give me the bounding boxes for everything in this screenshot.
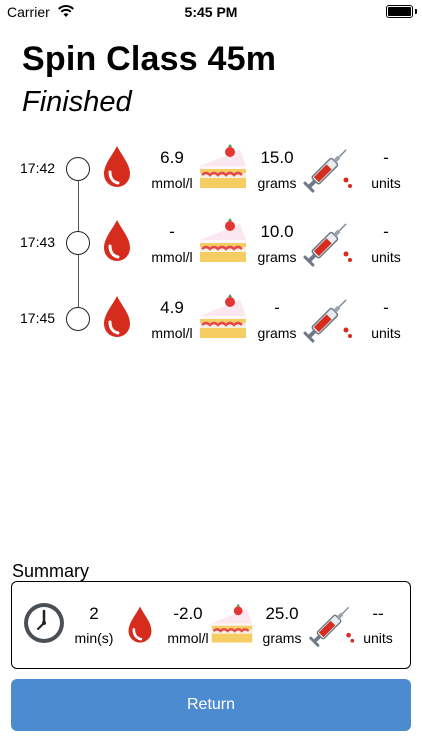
blood-drop-icon — [104, 296, 130, 337]
cake-icon — [200, 218, 246, 262]
glucose-unit: mmol/l — [151, 325, 193, 341]
glucose-value: - — [169, 222, 175, 241]
battery-icon — [386, 5, 413, 18]
entry-time: 17:45 — [20, 310, 56, 326]
timeline-entry[interactable]: 17:43 - mmol/l 10.0 grams - units — [0, 204, 422, 279]
insulin-unit: units — [371, 175, 401, 191]
timeline-node — [66, 157, 90, 181]
summary-duration-unit: min(s) — [74, 630, 114, 646]
blood-drop-icon — [104, 220, 130, 261]
timeline-entry[interactable]: 17:45 4.9 mmol/l - grams - units — [0, 280, 422, 355]
timeline-node — [66, 307, 90, 331]
timeline-entry[interactable]: 17:42 6.9 mmol/l 15.0 grams - units — [0, 130, 422, 205]
insulin-value: - — [383, 222, 389, 241]
timeline-node — [66, 231, 90, 255]
summary-insulin-value: -- — [372, 604, 384, 623]
syringe-icon — [303, 149, 352, 193]
entry-time: 17:42 — [20, 160, 56, 176]
summary-insulin-unit: units — [363, 630, 393, 646]
page-title: Spin Class 45m — [22, 40, 277, 78]
return-button[interactable]: Return — [11, 679, 411, 731]
blood-drop-icon — [128, 606, 152, 643]
summary-duration-value: 2 — [89, 604, 99, 623]
status-bar: Carrier 5:45 PM — [0, 0, 422, 24]
blood-drop-icon — [104, 146, 130, 187]
syringe-icon — [303, 299, 352, 343]
summary-label: Summary — [12, 561, 90, 581]
page-subtitle: Finished — [22, 86, 132, 118]
entry-time: 17:43 — [20, 234, 56, 250]
insulin-value: - — [383, 148, 389, 167]
summary-box: 2 min(s) -2.0 mmol/l 25.0 grams -- units — [11, 581, 411, 669]
battery-tip — [415, 9, 417, 14]
insulin-unit: units — [371, 325, 401, 341]
cake-icon — [200, 144, 246, 188]
glucose-value: 4.9 — [160, 298, 184, 317]
status-time: 5:45 PM — [184, 4, 238, 20]
insulin-value: - — [383, 298, 389, 317]
glucose-unit: mmol/l — [151, 249, 193, 265]
syringe-icon — [303, 223, 352, 267]
glucose-value: 6.9 — [160, 148, 184, 167]
cake-icon — [200, 294, 246, 338]
glucose-unit: mmol/l — [151, 175, 193, 191]
insulin-unit: units — [371, 249, 401, 265]
